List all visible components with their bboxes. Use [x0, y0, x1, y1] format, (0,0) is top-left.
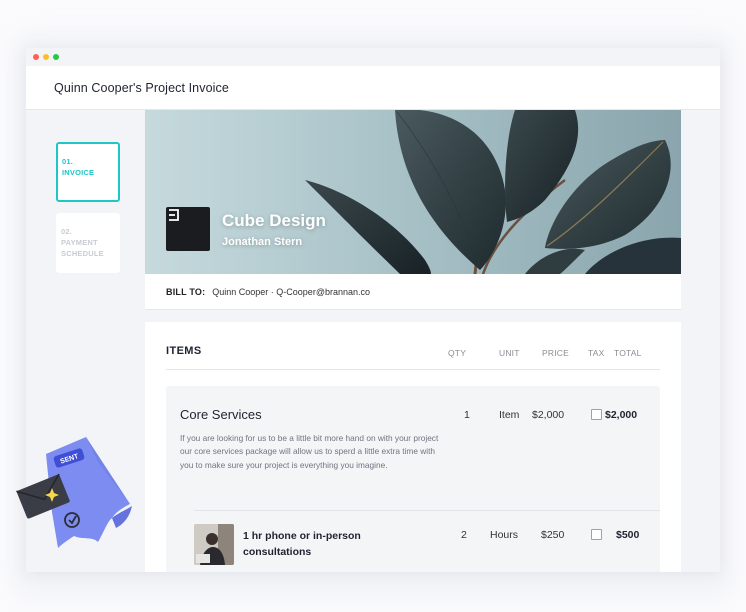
- item-name: 1 hr phone or in-person consultations: [243, 530, 361, 559]
- company-contact: Jonathan Stern: [222, 236, 303, 248]
- item-unit[interactable]: Hours: [490, 529, 518, 541]
- column-price: PRICE: [542, 348, 569, 358]
- step-number: 02.: [61, 227, 73, 236]
- minimize-window-dot[interactable]: [43, 54, 49, 60]
- sent-sticker: SENT: [12, 432, 137, 559]
- items-header: ITEMS QTY UNIT PRICE TAX TOTAL: [166, 342, 660, 370]
- column-qty: QTY: [448, 348, 467, 358]
- bill-to-bar: BILL TO: Quinn Cooper · Q-Cooper@brannan…: [145, 274, 681, 310]
- window-chrome: [26, 48, 720, 66]
- step-payment-schedule[interactable]: 02. PAYMENT SCHEDULE: [56, 213, 120, 273]
- title-bar: Quinn Cooper's Project Invoice: [26, 66, 720, 110]
- page-title: Quinn Cooper's Project Invoice: [54, 80, 229, 95]
- item-price[interactable]: $250: [541, 529, 564, 541]
- maximize-window-dot[interactable]: [53, 54, 59, 60]
- step-label: INVOICE: [62, 167, 95, 177]
- bill-to-label: BILL TO:: [166, 286, 206, 297]
- item-qty[interactable]: 2: [461, 529, 467, 541]
- line-item-core-services[interactable]: Core Services If you are looking for us …: [166, 386, 660, 572]
- company-logo: [166, 207, 210, 251]
- items-card: ITEMS QTY UNIT PRICE TAX TOTAL Core Serv…: [145, 322, 681, 572]
- item-description: If you are looking for us to be a little…: [180, 433, 439, 470]
- item-qty[interactable]: 1: [464, 409, 470, 421]
- column-total: TOTAL: [614, 348, 642, 358]
- bracket-logo-icon: [169, 209, 179, 221]
- column-unit: UNIT: [499, 348, 520, 358]
- close-window-dot[interactable]: [33, 54, 39, 60]
- column-tax: TAX: [588, 348, 605, 358]
- item-price[interactable]: $2,000: [532, 409, 564, 421]
- plant-leaves-image: [145, 110, 681, 274]
- step-invoice[interactable]: 01. INVOICE: [56, 142, 120, 202]
- hero-banner: Cube Design Jonathan Stern: [145, 110, 681, 274]
- tax-checkbox[interactable]: [591, 529, 602, 540]
- step-number: 01.: [62, 157, 74, 166]
- bill-to-value: Quinn Cooper · Q-Cooper@brannan.co: [212, 286, 370, 297]
- item-total: $2,000: [605, 409, 638, 421]
- company-name: Cube Design: [222, 211, 326, 230]
- step-label: PAYMENT SCHEDULE: [61, 237, 104, 258]
- item-total: $500: [616, 529, 640, 541]
- items-title: ITEMS: [166, 345, 202, 357]
- consultation-photo: [194, 524, 234, 565]
- row-divider: [194, 510, 660, 511]
- item-name: Core Services: [180, 407, 262, 422]
- item-unit[interactable]: Item: [499, 409, 519, 421]
- tax-checkbox[interactable]: [591, 409, 602, 420]
